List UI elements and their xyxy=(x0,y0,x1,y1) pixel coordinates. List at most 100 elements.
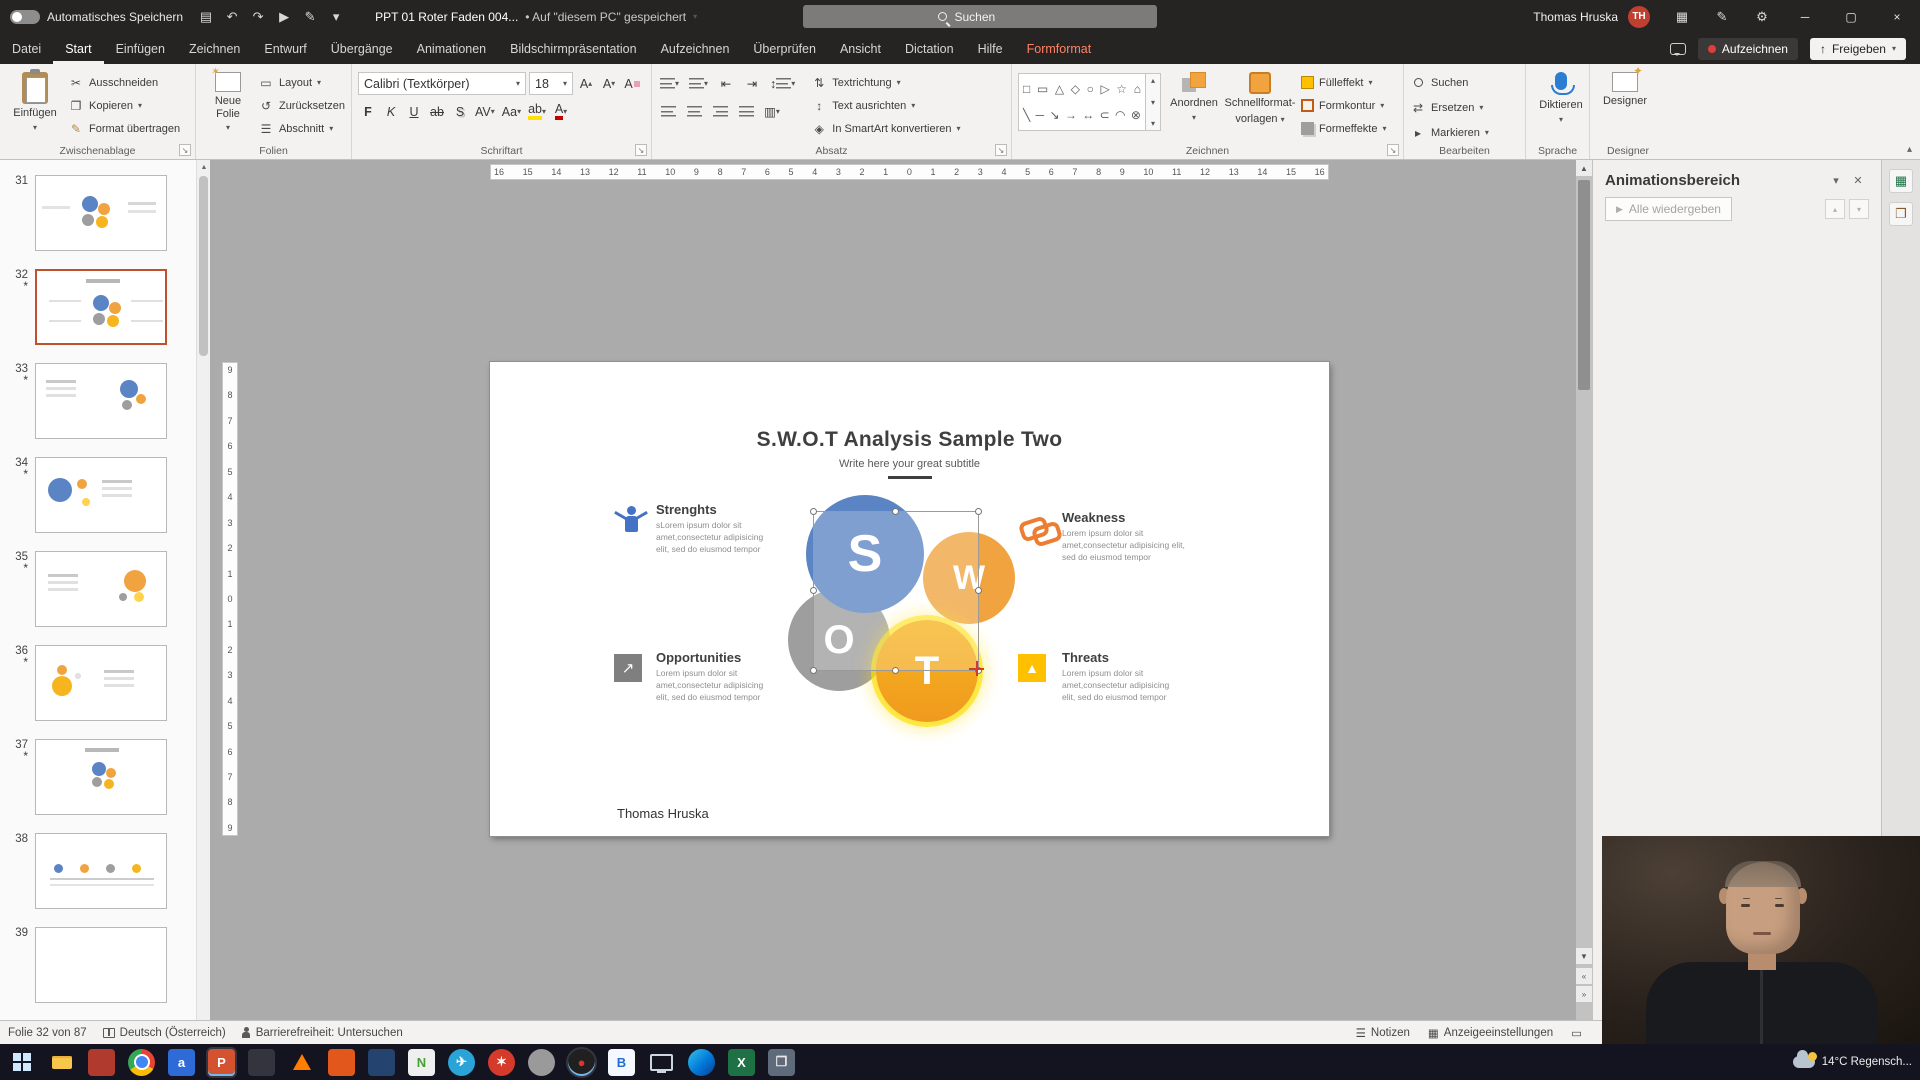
slide-thumb-31[interactable]: 31 xyxy=(0,166,196,260)
play-all-button[interactable]: ▶ Alle wiedergeben xyxy=(1605,197,1732,221)
slide-thumb-37[interactable]: 37 * xyxy=(0,730,196,824)
replace-button[interactable]: ⇄ Ersetzen ▾ xyxy=(1410,98,1519,117)
move-earlier-button[interactable]: ▴ xyxy=(1825,199,1845,219)
selection-handle[interactable] xyxy=(975,587,982,594)
shape-gallery[interactable]: □ ▭ △ ◇ ○ ▷ ☆ ⌂ ╲ ─ ↘ → ↔ ⊂ ◠ ⊗ ▴ ▾ ▾ xyxy=(1018,69,1161,141)
find-button[interactable]: Suchen xyxy=(1410,73,1519,92)
slide-thumbnail-image[interactable] xyxy=(35,269,167,345)
taskbar-edge[interactable] xyxy=(688,1048,715,1076)
tab-formformat[interactable]: Formformat xyxy=(1015,33,1104,64)
tab-animationen[interactable]: Animationen xyxy=(405,33,499,64)
apps-grid-icon[interactable]: ▦ xyxy=(1662,0,1702,33)
slide-thumb-32[interactable]: 32 * xyxy=(0,260,196,354)
autosave-control[interactable]: Automatisches Speichern xyxy=(0,9,193,24)
clipboard-dialog-launcher[interactable]: ↘ xyxy=(179,144,191,156)
scroll-up-arrow[interactable]: ▲ xyxy=(197,160,211,174)
selection-handle[interactable] xyxy=(975,508,982,515)
slide-thumb-39[interactable]: 39 xyxy=(0,918,196,1012)
paragraph-dialog-launcher[interactable]: ↘ xyxy=(995,144,1007,156)
search-input[interactable] xyxy=(952,8,1023,25)
customize-quick-access-icon[interactable]: ▾ xyxy=(323,4,349,30)
taskbar-app-orange[interactable] xyxy=(328,1048,355,1076)
record-button[interactable]: Aufzeichnen xyxy=(1697,37,1798,60)
tab-start[interactable]: Start xyxy=(53,33,103,64)
taskbar-app-navy[interactable] xyxy=(368,1048,395,1076)
taskbar-powerpoint[interactable]: P xyxy=(208,1048,235,1076)
italic-button[interactable]: K xyxy=(381,101,401,122)
slideshow-from-start-icon[interactable]: ▶ xyxy=(271,4,297,30)
slide-thumb-34[interactable]: 34 * xyxy=(0,448,196,542)
shape-icon[interactable]: ○ xyxy=(1087,82,1094,96)
bullets-button[interactable]: ▾ xyxy=(658,73,681,94)
reset-button[interactable]: ↺ Zurücksetzen xyxy=(258,96,345,115)
underline-button[interactable]: U xyxy=(404,101,424,122)
shape-icon[interactable]: ⊂ xyxy=(1100,108,1110,122)
tab-zeichnen[interactable]: Zeichnen xyxy=(177,33,252,64)
save-icon[interactable]: ▤ xyxy=(193,4,219,30)
shapes-more[interactable]: ▾ xyxy=(1151,119,1155,128)
shapes-scroll-up[interactable]: ▴ xyxy=(1151,76,1155,85)
justify-button[interactable] xyxy=(736,101,756,122)
tab-datei[interactable]: Datei xyxy=(0,33,53,64)
numbering-button[interactable]: ▾ xyxy=(687,73,710,94)
shape-icon[interactable]: ▷ xyxy=(1100,82,1109,96)
undo-icon[interactable]: ↶ xyxy=(219,4,245,30)
strengths-text-block[interactable]: Strenghts sLorem ipsum dolor sit amet,co… xyxy=(656,502,786,556)
taskbar-remote-monitor[interactable] xyxy=(648,1049,675,1076)
font-color-button[interactable]: A ▾ xyxy=(551,101,571,122)
strikethrough-button[interactable]: ab xyxy=(427,101,447,122)
quick-styles-button[interactable]: Schnellformat- vorlagen ▾ xyxy=(1225,69,1295,141)
slide-thumb-33[interactable]: 33 * xyxy=(0,354,196,448)
taskbar-app-a[interactable]: a xyxy=(168,1048,195,1076)
grow-font-button[interactable]: A ▴ xyxy=(576,73,596,94)
comments-icon[interactable] xyxy=(1669,42,1686,56)
shrink-font-button[interactable]: A ▾ xyxy=(599,73,619,94)
slide-thumbnail-image[interactable] xyxy=(35,175,167,251)
taskbar-app-flame[interactable]: ✶ xyxy=(488,1048,515,1076)
tab-ansicht[interactable]: Ansicht xyxy=(828,33,893,64)
increase-indent-button[interactable]: ⇥ xyxy=(742,73,762,94)
previous-slide-button[interactable]: « xyxy=(1576,968,1592,984)
convert-smartart-button[interactable]: ◈ In SmartArt konvertieren ▾ xyxy=(811,119,961,138)
taskbar-recorder[interactable]: ● xyxy=(568,1048,595,1076)
align-center-button[interactable] xyxy=(684,101,704,122)
change-case-button[interactable]: Aa ▾ xyxy=(500,101,523,122)
shape-icon[interactable]: → xyxy=(1065,108,1077,122)
tab-einfuegen[interactable]: Einfügen xyxy=(104,33,177,64)
decrease-indent-button[interactable]: ⇤ xyxy=(716,73,736,94)
shape-icon[interactable]: ☆ xyxy=(1116,82,1127,96)
bold-button[interactable]: F xyxy=(358,101,378,122)
share-button[interactable]: ↑ Freigeben ▾ xyxy=(1809,37,1906,60)
clear-formatting-button[interactable]: A xyxy=(622,73,642,94)
minimize-button[interactable]: ─ xyxy=(1782,0,1828,33)
dictate-button[interactable]: Diktieren ▾ xyxy=(1532,69,1590,124)
tab-uebergaenge[interactable]: Übergänge xyxy=(319,33,405,64)
taskbar-app-window[interactable]: ❐ xyxy=(768,1048,795,1076)
taskbar-app-blue-b[interactable]: B xyxy=(608,1048,635,1076)
pane-close-button[interactable]: ✕ xyxy=(1847,174,1869,187)
section-button[interactable]: ☰ Abschnitt ▾ xyxy=(258,119,345,138)
new-slide-button[interactable]: Neue Folie ▾ xyxy=(202,66,254,141)
taskbar-start[interactable] xyxy=(8,1049,35,1076)
tab-ueberpruefen[interactable]: Überprüfen xyxy=(741,33,828,64)
pane-options-chevron[interactable]: ▾ xyxy=(1825,174,1847,187)
paste-button[interactable]: Einfügen ▾ xyxy=(6,69,64,141)
accessibility-status[interactable]: Barrierefreiheit: Untersuchen xyxy=(242,1026,403,1039)
taskbar-vlc[interactable] xyxy=(288,1049,315,1076)
taskbar-app-red[interactable] xyxy=(88,1048,115,1076)
vertical-ruler[interactable]: 9876543210123456789 xyxy=(222,362,238,836)
text-direction-button[interactable]: ⇅ Textrichtung ▾ xyxy=(811,73,960,92)
taskbar-notepad[interactable]: N xyxy=(408,1048,435,1076)
align-right-button[interactable] xyxy=(710,101,730,122)
shape-icon[interactable]: ◇ xyxy=(1071,82,1080,96)
next-slide-button[interactable]: » xyxy=(1576,986,1592,1002)
align-left-button[interactable] xyxy=(658,101,678,122)
horizontal-ruler[interactable]: 16 15 14 13 12 11 10 9 8 7 6 5 4 3 2 1 0 1 2 3 4 5 6 7 8 9 10 11 12 1… xyxy=(490,164,1329,180)
tab-bildschirmpraesentation[interactable]: Bildschirmpräsentation xyxy=(498,33,648,64)
ink-pen-icon[interactable]: ✎ xyxy=(297,4,323,30)
font-family-combo[interactable]: Calibri (Textkörper) ▾ xyxy=(358,72,526,95)
thumbnail-scrollbar[interactable]: ▲ xyxy=(196,160,210,1020)
tab-aufzeichnen[interactable]: Aufzeichnen xyxy=(649,33,742,64)
selection-handle[interactable] xyxy=(810,508,817,515)
close-button[interactable]: × xyxy=(1874,0,1920,33)
